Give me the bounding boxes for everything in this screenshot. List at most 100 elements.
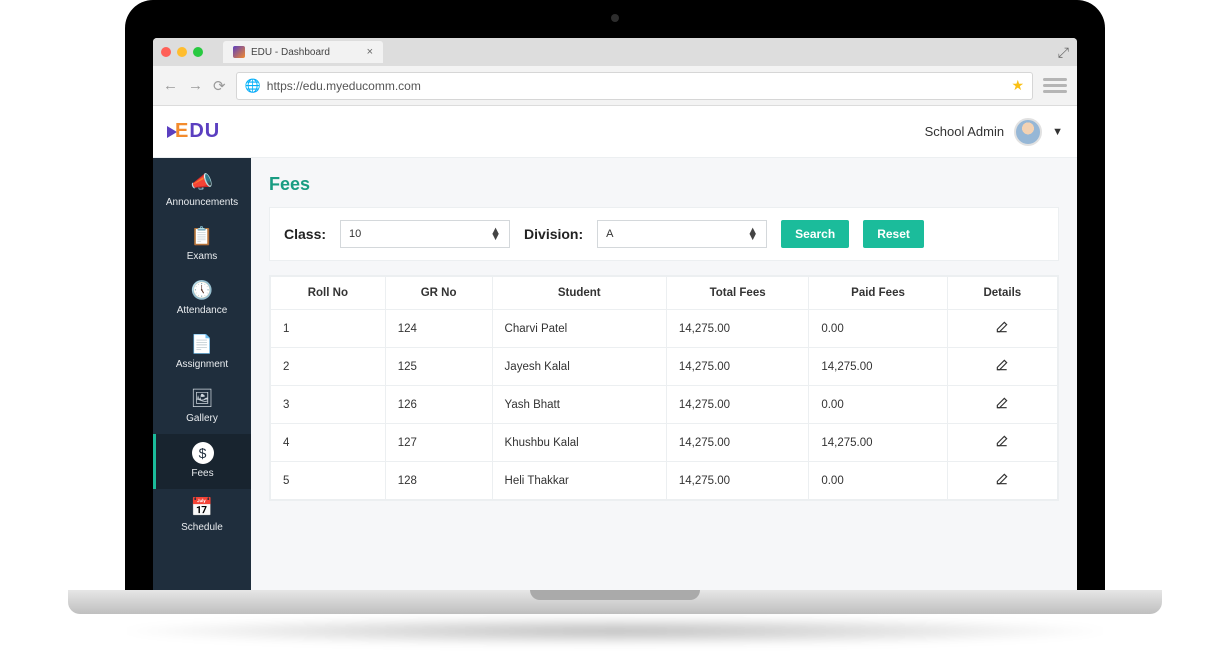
tab-title: EDU - Dashboard [251, 47, 330, 58]
division-value: A [606, 228, 613, 240]
cell-paid: 14,275.00 [809, 348, 947, 386]
sidebar-item-label: Fees [191, 468, 213, 479]
edit-icon[interactable] [995, 472, 1009, 486]
cell-rollno: 3 [271, 386, 386, 424]
cell-total: 14,275.00 [666, 310, 808, 348]
chevron-down-icon: ▼ [1052, 126, 1063, 138]
table-row: 5128Heli Thakkar14,275.000.00 [271, 462, 1058, 500]
forward-icon[interactable]: → [188, 77, 203, 94]
class-select[interactable]: 10 ▲▼ [340, 220, 510, 248]
cell-details [947, 386, 1057, 424]
camera-dot [611, 14, 619, 22]
cell-paid: 0.00 [809, 462, 947, 500]
cell-details [947, 424, 1057, 462]
avatar [1014, 118, 1042, 146]
clock-check-icon: 🕔 [155, 280, 249, 301]
class-label: Class: [284, 226, 326, 242]
cell-details [947, 462, 1057, 500]
cell-paid: 0.00 [809, 310, 947, 348]
col-student: Student [492, 277, 666, 310]
tab-close-icon[interactable]: × [367, 46, 373, 58]
cell-details [947, 348, 1057, 386]
col-details: Details [947, 277, 1057, 310]
cell-student: Charvi Patel [492, 310, 666, 348]
fees-table: Roll No GR No Student Total Fees Paid Fe… [269, 275, 1059, 501]
browser-tabbar: EDU - Dashboard × ⤢ [153, 38, 1077, 66]
sidebar-item-attendance[interactable]: 🕔 Attendance [153, 272, 251, 326]
cell-rollno: 5 [271, 462, 386, 500]
reload-icon[interactable]: ⟳ [213, 77, 226, 95]
laptop-notch [530, 590, 700, 600]
cell-student: Heli Thakkar [492, 462, 666, 500]
search-button[interactable]: Search [781, 220, 849, 248]
image-icon: 🖼 [155, 388, 249, 409]
sidebar-item-exams[interactable]: 📋 Exams [153, 218, 251, 272]
sidebar-item-label: Schedule [181, 522, 223, 533]
edit-icon[interactable] [995, 320, 1009, 334]
edit-icon[interactable] [995, 396, 1009, 410]
cell-total: 14,275.00 [666, 348, 808, 386]
app-body: 📣 Announcements 📋 Exams 🕔 Attendance 📄 A… [153, 158, 1077, 595]
fullscreen-icon[interactable]: ⤢ [1058, 44, 1069, 61]
col-total: Total Fees [666, 277, 808, 310]
table-row: 4127Khushbu Kalal14,275.0014,275.00 [271, 424, 1058, 462]
window-close-icon[interactable] [161, 47, 171, 57]
chevron-updown-icon: ▲▼ [747, 228, 758, 240]
menu-icon[interactable] [1043, 78, 1067, 93]
globe-icon: 🌐 [245, 78, 261, 94]
cell-total: 14,275.00 [666, 424, 808, 462]
division-select[interactable]: A ▲▼ [597, 220, 767, 248]
table-row: 2125Jayesh Kalal14,275.0014,275.00 [271, 348, 1058, 386]
sidebar-item-label: Attendance [177, 305, 228, 316]
cell-grno: 125 [385, 348, 492, 386]
sidebar: 📣 Announcements 📋 Exams 🕔 Attendance 📄 A… [153, 158, 251, 595]
cell-paid: 0.00 [809, 386, 947, 424]
cell-student: Khushbu Kalal [492, 424, 666, 462]
cell-grno: 127 [385, 424, 492, 462]
cell-paid: 14,275.00 [809, 424, 947, 462]
url-text: https://edu.myeducomm.com [267, 79, 421, 93]
sidebar-item-gallery[interactable]: 🖼 Gallery [153, 380, 251, 434]
table-header-row: Roll No GR No Student Total Fees Paid Fe… [271, 277, 1058, 310]
filter-row: Class: 10 ▲▼ Division: A ▲▼ Search Reset [269, 207, 1059, 261]
megaphone-icon: 📣 [155, 172, 249, 193]
col-paid: Paid Fees [809, 277, 947, 310]
favicon-icon [233, 46, 245, 58]
browser-tab[interactable]: EDU - Dashboard × [223, 41, 383, 63]
user-menu[interactable]: School Admin ▼ [925, 118, 1063, 146]
sidebar-item-fees[interactable]: $ Fees [153, 434, 251, 489]
cell-rollno: 1 [271, 310, 386, 348]
screen: EDU - Dashboard × ⤢ ← → ⟳ 🌐 https://edu.… [153, 38, 1077, 595]
sidebar-item-label: Announcements [166, 197, 238, 208]
table-row: 3126Yash Bhatt14,275.000.00 [271, 386, 1058, 424]
sidebar-item-announcements[interactable]: 📣 Announcements [153, 164, 251, 218]
reset-button[interactable]: Reset [863, 220, 924, 248]
app-logo[interactable]: EDU [167, 120, 220, 143]
division-label: Division: [524, 226, 583, 242]
user-label: School Admin [925, 124, 1005, 139]
clipboard-icon: 📄 [155, 334, 249, 355]
app-header: EDU School Admin ▼ [153, 106, 1077, 158]
window-minimize-icon[interactable] [177, 47, 187, 57]
bookmark-star-icon[interactable]: ★ [1011, 77, 1024, 94]
window-maximize-icon[interactable] [193, 47, 203, 57]
back-icon[interactable]: ← [163, 77, 178, 94]
edit-icon[interactable] [995, 434, 1009, 448]
cell-grno: 126 [385, 386, 492, 424]
sidebar-item-label: Gallery [186, 413, 218, 424]
class-value: 10 [349, 228, 361, 240]
col-grno: GR No [385, 277, 492, 310]
sidebar-item-assignment[interactable]: 📄 Assignment [153, 326, 251, 380]
page-title: Fees [269, 174, 1059, 195]
chevron-updown-icon: ▲▼ [490, 228, 501, 240]
cell-total: 14,275.00 [666, 386, 808, 424]
browser-toolbar: ← → ⟳ 🌐 https://edu.myeducomm.com ★ [153, 66, 1077, 106]
sidebar-item-label: Exams [187, 251, 218, 262]
sidebar-item-schedule[interactable]: 📅 Schedule [153, 489, 251, 543]
calendar-icon: 📅 [155, 497, 249, 518]
col-rollno: Roll No [271, 277, 386, 310]
cell-total: 14,275.00 [666, 462, 808, 500]
exam-icon: 📋 [155, 226, 249, 247]
address-bar[interactable]: 🌐 https://edu.myeducomm.com ★ [236, 72, 1033, 100]
edit-icon[interactable] [995, 358, 1009, 372]
